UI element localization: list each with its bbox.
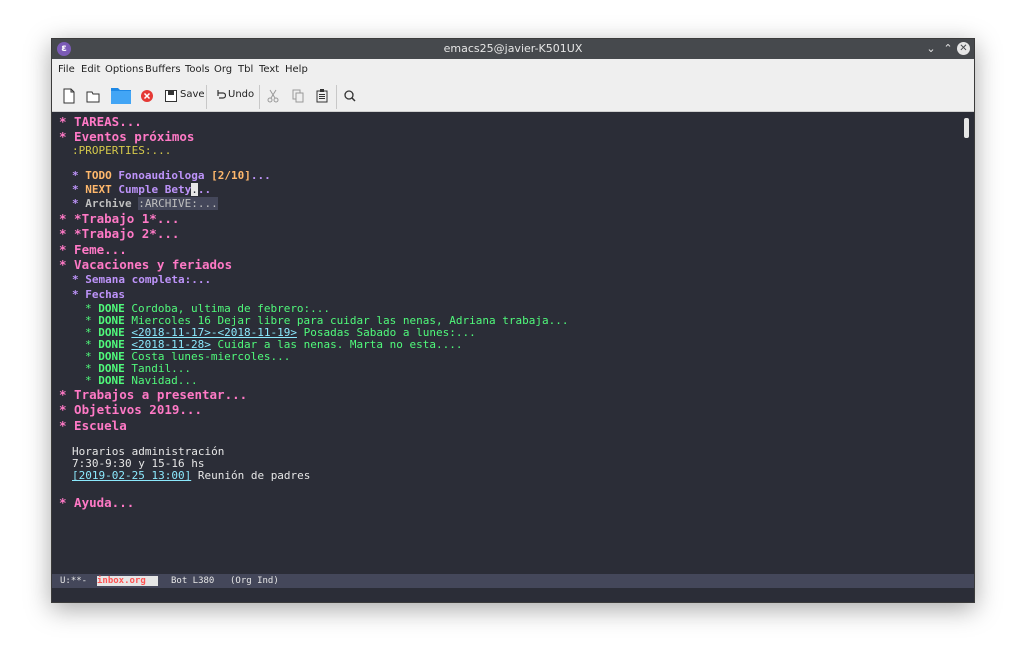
archive-title: Archive: [85, 197, 139, 210]
archive-tag: :ARCHIVE:...: [138, 197, 218, 210]
buffer-name[interactable]: inbox.org: [97, 576, 158, 586]
bullet: *: [72, 169, 86, 182]
timestamp-link[interactable]: [2019-02-25 13:00]: [72, 469, 191, 482]
search-icon[interactable]: [343, 88, 357, 104]
archive-heading[interactable]: * Archive :ARCHIVE:...: [72, 197, 218, 210]
menu-tools[interactable]: Tools: [185, 64, 210, 75]
heading-trabajo-1[interactable]: * *Trabajo 1*...: [59, 211, 179, 226]
menu-buffers[interactable]: Buffers: [145, 64, 181, 75]
heading-escuela[interactable]: * Escuela: [59, 418, 127, 433]
heading-vacaciones[interactable]: * Vacaciones y feriados: [59, 257, 232, 272]
undo-icon[interactable]: [214, 88, 226, 104]
tool-bar: Save Undo: [52, 81, 974, 112]
save-icon[interactable]: [164, 88, 178, 104]
ellipsis: ...: [250, 169, 271, 182]
menu-org[interactable]: Org: [214, 64, 232, 75]
scrollbar-thumb[interactable]: [964, 118, 969, 138]
undo-button[interactable]: Undo: [228, 89, 254, 100]
heading-tareas[interactable]: * TAREAS...: [59, 114, 142, 129]
toolbar-separator: [336, 85, 337, 109]
new-file-icon[interactable]: [62, 88, 76, 104]
editor-buffer[interactable]: * TAREAS... * Eventos próximos :PROPERTI…: [52, 112, 962, 574]
todo-keyword: TODO: [85, 169, 112, 182]
window-title: emacs25@javier-K501UX: [443, 42, 583, 55]
open-directory-icon[interactable]: [86, 88, 100, 104]
task-cumple-bety[interactable]: * NEXT Cumple Bety...: [72, 183, 211, 196]
kill-buffer-icon[interactable]: [140, 88, 154, 104]
heading-eventos[interactable]: * Eventos próximos: [59, 129, 194, 144]
heading-ayuda[interactable]: * Ayuda...: [59, 495, 134, 510]
ellipsis: ..: [197, 183, 212, 196]
bullet: *: [85, 374, 99, 387]
done-keyword: DONE: [98, 374, 125, 387]
next-keyword: NEXT: [85, 183, 112, 196]
menu-bar: File Edit Options Buffers Tools Org Tbl …: [52, 59, 974, 81]
task-title: Fonoaudiologa: [111, 169, 212, 182]
heading-trabajo-2[interactable]: * *Trabajo 2*...: [59, 226, 179, 241]
menu-edit[interactable]: Edit: [81, 64, 100, 75]
properties-drawer[interactable]: :PROPERTIES:...: [72, 144, 171, 157]
minimize-button[interactable]: ⌄: [923, 41, 939, 57]
bullet: *: [72, 183, 86, 196]
toolbar-separator: [259, 85, 260, 109]
title-bar: ε emacs25@javier-K501UX ⌄ ⌃ ✕: [52, 39, 974, 59]
heading-semana-completa[interactable]: * Semana completa:...: [72, 273, 211, 286]
meeting-line[interactable]: [2019-02-25 13:00] Reunión de padres: [72, 469, 310, 482]
menu-options[interactable]: Options: [105, 64, 144, 75]
bullet: *: [72, 197, 86, 210]
done-item[interactable]: * DONE Navidad...: [85, 374, 198, 387]
vertical-scrollbar[interactable]: [962, 112, 974, 574]
menu-help[interactable]: Help: [285, 64, 308, 75]
heading-trabajos[interactable]: * Trabajos a presentar...: [59, 387, 247, 402]
menu-text[interactable]: Text: [259, 64, 279, 75]
text-cursor: .: [191, 183, 198, 196]
menu-tbl[interactable]: Tbl: [238, 64, 253, 75]
toolbar-separator: [206, 85, 207, 109]
close-button[interactable]: ✕: [957, 42, 970, 55]
heading-feme[interactable]: * Feme...: [59, 242, 127, 257]
menu-file[interactable]: File: [58, 64, 75, 75]
mode-line: U:**- inbox.org Bot L380 (Org Ind): [52, 574, 974, 588]
progress-cookie: [2/10]: [211, 169, 251, 182]
task-fonoaudiologa[interactable]: * TODO Fonoaudiologa [2/10]...: [72, 169, 271, 182]
task-title: Cumple Bety: [111, 183, 192, 196]
cut-icon[interactable]: [266, 88, 280, 104]
heading-fechas[interactable]: * Fechas: [72, 288, 125, 301]
maximize-button[interactable]: ⌃: [940, 41, 956, 57]
buffer-state: U:**-: [60, 576, 88, 586]
dired-folder-icon[interactable]: [110, 85, 132, 104]
buffer-position: Bot L380: [171, 576, 215, 586]
paste-icon[interactable]: [315, 88, 329, 104]
meeting-text: Reunión de padres: [191, 469, 311, 482]
copy-icon[interactable]: [291, 88, 305, 104]
done-text: Navidad...: [124, 374, 198, 387]
emacs-window: ε emacs25@javier-K501UX ⌄ ⌃ ✕ File Edit …: [51, 38, 975, 603]
major-modes: (Org Ind): [230, 576, 279, 586]
save-button[interactable]: Save: [180, 89, 205, 100]
heading-objetivos[interactable]: * Objetivos 2019...: [59, 402, 202, 417]
minibuffer[interactable]: [52, 588, 974, 602]
